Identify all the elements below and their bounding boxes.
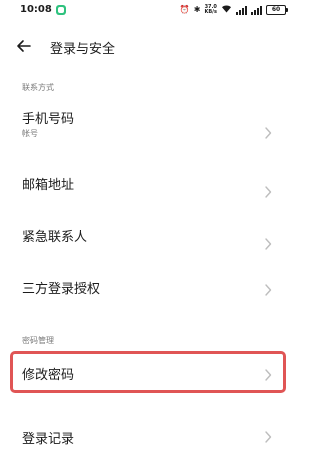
status-time: 10:08 [20, 4, 52, 15]
network-speed-indicator: 37.0 KB/s [205, 5, 218, 15]
section-label-password: 密码管理 [22, 336, 54, 345]
highlight-box-change-password [10, 351, 286, 393]
bluetooth-icon: ✱ [193, 5, 201, 14]
signal-strength-icon-2 [251, 5, 262, 15]
row-email-address-label: 邮箱地址 [22, 178, 75, 193]
alarm-icon: ⏰ [179, 5, 190, 14]
app-notification-icon [56, 5, 66, 15]
header: 登录与安全 [0, 30, 300, 64]
battery-icon: 60 [266, 5, 288, 15]
signal-strength-icon [236, 5, 247, 15]
chevron-right-icon [264, 235, 272, 250]
row-login-records[interactable]: 登录记录 [0, 418, 300, 449]
chevron-right-icon [264, 281, 272, 296]
row-third-party-login-label: 三方登录授权 [22, 282, 101, 297]
page-title: 登录与安全 [50, 42, 116, 57]
back-arrow-icon[interactable] [14, 36, 34, 56]
row-email-address[interactable]: 邮箱地址 [0, 170, 300, 210]
row-login-records-label: 登录记录 [22, 432, 75, 447]
wifi-icon [221, 4, 232, 17]
row-phone-number-label: 手机号码 [22, 112, 75, 127]
status-bar: 10:08 ⏰ ✱ 37.0 KB/s 60 [0, 0, 300, 22]
chevron-right-icon [264, 183, 272, 198]
row-phone-number-sub: 帐号 [22, 129, 38, 138]
row-phone-number[interactable]: 手机号码 帐号 [0, 104, 300, 148]
row-emergency-contact[interactable]: 紧急联系人 [0, 222, 300, 262]
chevron-right-icon [264, 428, 272, 443]
network-speed-unit: KB/s [204, 9, 218, 15]
section-label-contact: 联系方式 [22, 83, 54, 92]
row-emergency-contact-label: 紧急联系人 [22, 230, 88, 245]
chevron-right-icon [264, 124, 272, 139]
row-third-party-login[interactable]: 三方登录授权 [0, 274, 300, 314]
status-icons: ⏰ ✱ 37.0 KB/s 60 [179, 4, 288, 17]
